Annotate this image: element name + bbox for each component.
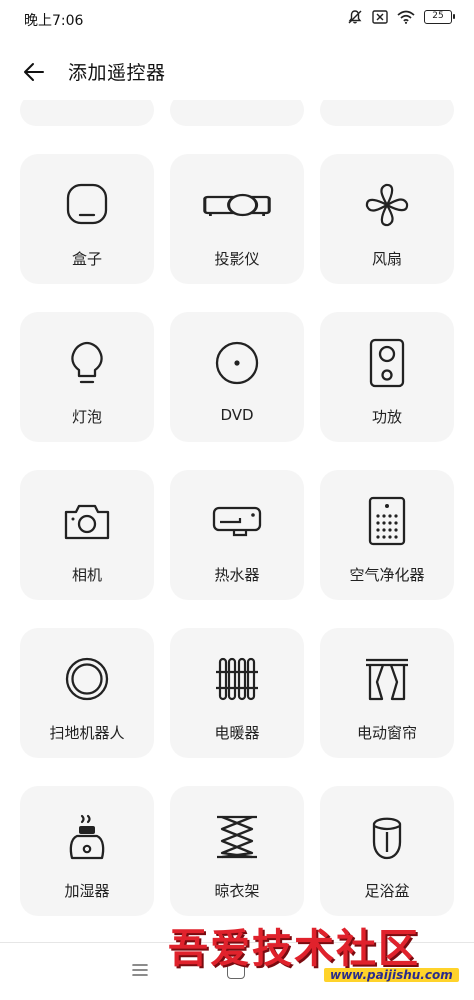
device-label: 空气净化器 <box>349 566 425 584</box>
header: 添加遥控器 <box>0 48 474 94</box>
status-icons: 25 <box>347 9 455 25</box>
device-grid[interactable]: 盒子 投影仪 风扇 灯泡 DVD 功放 相机 热水器 空气净化器 扫地机器人 电… <box>0 100 474 942</box>
sim-off-icon <box>372 10 388 24</box>
device-card-projector[interactable]: 投影仪 <box>170 154 304 284</box>
device-label: 风扇 <box>371 250 402 268</box>
device-card-dvd[interactable]: DVD <box>170 312 304 442</box>
water-heater-icon <box>212 506 262 537</box>
device-label: 投影仪 <box>214 250 260 268</box>
status-bar: 晚上7:06 25 <box>0 0 474 38</box>
device-card-air-purifier[interactable]: 空气净化器 <box>320 470 454 600</box>
watermark-url: www.paijishu.com <box>324 968 459 982</box>
partial-row <box>20 100 454 126</box>
device-label: 扫地机器人 <box>49 724 125 742</box>
fan-icon <box>365 183 409 227</box>
partial-card[interactable] <box>170 100 304 126</box>
watermark-title: 吾爱技术社区 <box>168 925 420 972</box>
projector-icon <box>203 193 271 217</box>
mute-icon <box>348 10 362 24</box>
dvd-icon <box>215 341 259 385</box>
device-card-humidifier[interactable]: 加湿器 <box>20 786 154 916</box>
back-button[interactable] <box>16 54 52 90</box>
device-label: 盒子 <box>71 250 102 268</box>
menu-icon[interactable] <box>129 959 151 981</box>
battery-icon: 25 <box>424 10 455 24</box>
wifi-icon <box>397 10 415 24</box>
device-card-fan[interactable]: 风扇 <box>320 154 454 284</box>
device-card-bulb[interactable]: 灯泡 <box>20 312 154 442</box>
device-label: 相机 <box>71 566 102 584</box>
back-arrow-icon <box>24 63 44 81</box>
device-label: DVD <box>220 406 254 424</box>
device-label: 加湿器 <box>64 882 110 900</box>
device-card-box[interactable]: 盒子 <box>20 154 154 284</box>
bulb-icon <box>71 341 103 384</box>
device-label: 热水器 <box>214 566 260 584</box>
device-label: 电暖器 <box>214 724 260 742</box>
device-card-heater[interactable]: 电暖器 <box>170 628 304 758</box>
device-card-water-heater[interactable]: 热水器 <box>170 470 304 600</box>
humidifier-icon <box>69 814 105 860</box>
status-time: 晚上7:06 <box>24 13 84 29</box>
device-label: 功放 <box>371 408 402 426</box>
device-card-camera[interactable]: 相机 <box>20 470 154 600</box>
device-label: 电动窗帘 <box>356 724 417 742</box>
device-card-amplifier[interactable]: 功放 <box>320 312 454 442</box>
device-card-curtain[interactable]: 电动窗帘 <box>320 628 454 758</box>
amplifier-icon <box>369 338 405 388</box>
box-icon <box>66 183 108 225</box>
device-card-robot-vacuum[interactable]: 扫地机器人 <box>20 628 154 758</box>
robot-vacuum-icon <box>65 657 109 701</box>
device-label: 晾衣架 <box>214 882 260 900</box>
heater-icon <box>216 657 258 701</box>
partial-card[interactable] <box>320 100 454 126</box>
device-card-clothes-rack[interactable]: 晾衣架 <box>170 786 304 916</box>
clothes-rack-icon <box>217 815 257 859</box>
device-label: 灯泡 <box>71 408 102 426</box>
watermark-logo: 吾爱技术社区 www.paijishu.com <box>168 912 468 992</box>
page-title: 添加遥控器 <box>68 62 166 84</box>
camera-icon <box>64 504 110 540</box>
air-purifier-icon <box>368 496 406 546</box>
foot-bath-icon <box>372 817 402 860</box>
curtain-icon <box>366 658 408 701</box>
device-card-foot-bath[interactable]: 足浴盆 <box>320 786 454 916</box>
device-label: 足浴盆 <box>364 882 410 900</box>
partial-card[interactable] <box>20 100 154 126</box>
